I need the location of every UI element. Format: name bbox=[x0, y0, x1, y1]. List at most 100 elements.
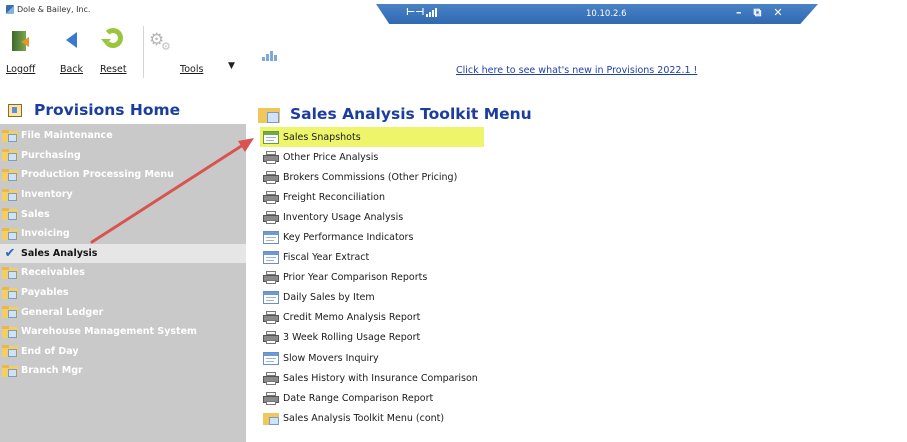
sidebar-item-label: Inventory bbox=[21, 189, 73, 201]
chart-icon[interactable] bbox=[262, 50, 277, 61]
window-icon bbox=[262, 130, 280, 144]
sidebar-item-label: Sales bbox=[21, 208, 50, 220]
pin-icon[interactable]: ⊢⊣ bbox=[406, 7, 424, 18]
tools-button[interactable]: ⚙ ⚙ Tools ▼ bbox=[148, 24, 242, 80]
menu-item-label: Fiscal Year Extract bbox=[283, 252, 370, 264]
folder-icon bbox=[2, 325, 18, 338]
logoff-icon bbox=[12, 31, 34, 51]
sidebar-item-label: Production Processing Menu bbox=[21, 169, 174, 181]
reset-button[interactable]: Reset bbox=[100, 24, 134, 80]
folder-icon bbox=[2, 345, 18, 358]
sidebar-item-label: Invoicing bbox=[21, 228, 70, 240]
menu-item-credit-memo-analysis-report[interactable]: Credit Memo Analysis Report bbox=[260, 308, 484, 328]
sidebar-item-label: Branch Mgr bbox=[21, 365, 83, 377]
dropdown-arrow-icon[interactable]: ▼ bbox=[228, 61, 235, 71]
sidebar-item-label: Warehouse Management System bbox=[21, 326, 197, 338]
menu-item-prior-year-comparison-reports[interactable]: Prior Year Comparison Reports bbox=[260, 268, 484, 288]
menu-item-label: Date Range Comparison Report bbox=[283, 392, 434, 404]
back-button[interactable]: Back bbox=[60, 24, 90, 80]
whats-new-link[interactable]: Click here to see what's new in Provisio… bbox=[456, 65, 697, 76]
sidebar-item-label: Purchasing bbox=[21, 149, 81, 161]
app-title-text: Dole & Bailey, Inc. bbox=[17, 5, 91, 14]
menu-item-sales-history-with-insurance-comparison[interactable]: Sales History with Insurance Comparison bbox=[260, 368, 484, 388]
sidebar-item-label: File Maintenance bbox=[21, 130, 113, 142]
menu-list: Sales Snapshots Other Price Analysis Broke… bbox=[260, 127, 484, 428]
window-icon bbox=[262, 351, 280, 365]
small-gear-icon: ⚙ bbox=[161, 40, 171, 53]
sidebar-item-branch-mgr[interactable]: Branch Mgr bbox=[0, 361, 246, 381]
sidebar-nav: Provisions Home File Maintenance Purchasi… bbox=[0, 96, 246, 442]
sidebar-item-warehouse-management-system[interactable]: Warehouse Management System bbox=[0, 322, 246, 342]
minimize-icon[interactable]: – bbox=[736, 6, 742, 20]
remote-ip: 10.10.2.6 bbox=[586, 9, 627, 19]
sidebar-item-label: End of Day bbox=[21, 345, 79, 357]
printer-icon bbox=[262, 391, 280, 405]
sidebar-item-sales[interactable]: Sales bbox=[0, 204, 246, 224]
menu-item-label: Freight Reconciliation bbox=[283, 191, 385, 203]
sidebar-item-receivables[interactable]: Receivables bbox=[0, 263, 246, 283]
back-label: Back bbox=[60, 64, 84, 75]
folder-icon bbox=[2, 208, 18, 221]
printer-icon bbox=[262, 150, 280, 164]
menu-item-label: Other Price Analysis bbox=[283, 151, 379, 163]
window-icon bbox=[262, 291, 280, 305]
folder-icon bbox=[2, 188, 18, 201]
close-icon[interactable]: ✕ bbox=[773, 6, 782, 20]
folder-icon bbox=[2, 286, 18, 299]
folder-icon bbox=[2, 129, 18, 142]
menu-item-label: Credit Memo Analysis Report bbox=[283, 312, 421, 324]
menu-item-slow-movers-inquiry[interactable]: Slow Movers Inquiry bbox=[260, 348, 484, 368]
window-controls: – ⧉ ✕ bbox=[736, 6, 783, 20]
sidebar-item-end-of-day[interactable]: End of Day bbox=[0, 342, 246, 362]
folder-icon bbox=[2, 168, 18, 181]
remote-connection-bar[interactable]: ⊢⊣ 10.10.2.6 – ⧉ ✕ bbox=[376, 4, 818, 24]
menu-item-label: Prior Year Comparison Reports bbox=[283, 272, 428, 284]
sidebar-item-purchasing[interactable]: Purchasing bbox=[0, 146, 246, 166]
printer-icon bbox=[262, 170, 280, 184]
sidebar-item-production-processing-menu[interactable]: Production Processing Menu bbox=[0, 165, 246, 185]
nav-title: Provisions Home bbox=[34, 101, 181, 119]
menu-item-sales-snapshots[interactable]: Sales Snapshots bbox=[260, 127, 484, 148]
sidebar-item-label: Receivables bbox=[21, 267, 85, 279]
logoff-button[interactable]: Logoff bbox=[6, 24, 40, 80]
printer-icon bbox=[262, 331, 280, 345]
toolbar: Logoff Back Reset ⚙ ⚙ Tools ▼ bbox=[0, 24, 907, 84]
back-arrow-icon bbox=[66, 32, 77, 48]
folder-icon bbox=[258, 106, 280, 123]
menu-item-daily-sales-by-item[interactable]: Daily Sales by Item bbox=[260, 288, 484, 308]
menu-item-label: Key Performance Indicators bbox=[283, 232, 414, 244]
printer-icon bbox=[262, 311, 280, 325]
main-title: Sales Analysis Toolkit Menu bbox=[290, 105, 532, 123]
app-logo-icon bbox=[6, 5, 14, 14]
menu-item-other-price-analysis[interactable]: Other Price Analysis bbox=[260, 147, 484, 167]
folder-icon bbox=[2, 306, 18, 319]
tools-label: Tools bbox=[180, 64, 204, 75]
menu-item-fiscal-year-extract[interactable]: Fiscal Year Extract bbox=[260, 248, 484, 268]
folder-icon bbox=[262, 412, 280, 425]
printer-icon bbox=[262, 210, 280, 224]
restore-icon[interactable]: ⧉ bbox=[754, 6, 762, 20]
menu-item-label: Sales Snapshots bbox=[283, 131, 361, 143]
sidebar-item-invoicing[interactable]: Invoicing bbox=[0, 224, 246, 244]
sidebar-item-label: General Ledger bbox=[21, 306, 104, 318]
sidebar-item-file-maintenance[interactable]: File Maintenance bbox=[0, 126, 246, 146]
menu-item-key-performance-indicators[interactable]: Key Performance Indicators bbox=[260, 227, 484, 247]
sidebar-item-general-ledger[interactable]: General Ledger bbox=[0, 302, 246, 322]
menu-item-date-range-comparison-report[interactable]: Date Range Comparison Report bbox=[260, 388, 484, 408]
sidebar-item-inventory[interactable]: Inventory bbox=[0, 185, 246, 205]
printer-icon bbox=[262, 190, 280, 204]
menu-item-3-week-rolling-usage-report[interactable]: 3 Week Rolling Usage Report bbox=[260, 328, 484, 348]
main-header: Sales Analysis Toolkit Menu bbox=[258, 105, 532, 123]
sidebar-item-label: Sales Analysis bbox=[21, 247, 98, 259]
logoff-label: Logoff bbox=[6, 64, 36, 75]
menu-item-brokers-commissions-other-pricing[interactable]: Brokers Commissions (Other Pricing) bbox=[260, 167, 484, 187]
sidebar-item-sales-analysis[interactable]: ✔ Sales Analysis bbox=[0, 243, 246, 264]
menu-item-label: Brokers Commissions (Other Pricing) bbox=[283, 171, 458, 183]
nav-list: File Maintenance Purchasing Production Pro… bbox=[0, 126, 246, 381]
menu-item-freight-reconciliation[interactable]: Freight Reconciliation bbox=[260, 187, 484, 207]
reset-icon bbox=[101, 28, 123, 48]
menu-item-sales-analysis-toolkit-menu-cont[interactable]: Sales Analysis Toolkit Menu (cont) bbox=[260, 408, 484, 428]
sidebar-item-payables[interactable]: Payables bbox=[0, 283, 246, 303]
reset-label: Reset bbox=[100, 64, 127, 75]
menu-item-inventory-usage-analysis[interactable]: Inventory Usage Analysis bbox=[260, 207, 484, 227]
